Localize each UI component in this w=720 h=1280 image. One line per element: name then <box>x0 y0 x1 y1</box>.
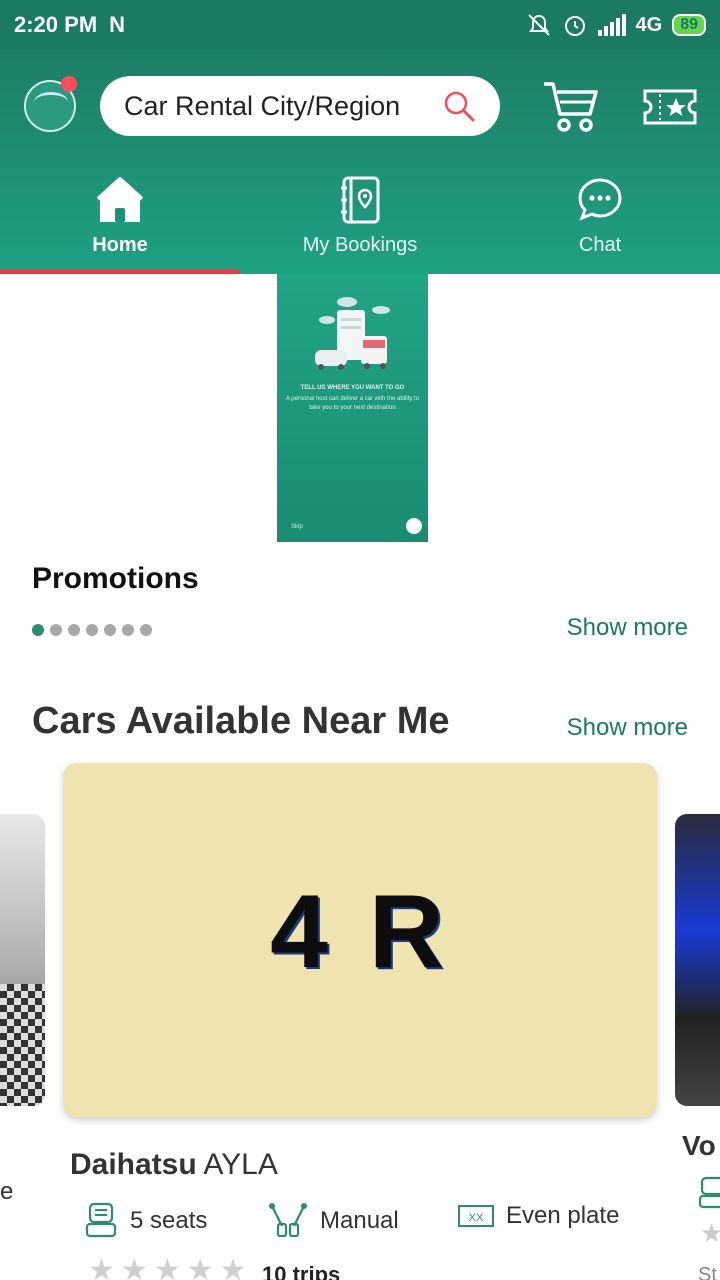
promotions-title: Promotions <box>32 562 199 595</box>
pager-dot[interactable] <box>68 624 80 636</box>
next-car-subtitle: St <box>698 1264 717 1280</box>
gear-shift-icon <box>269 1203 307 1238</box>
car-seats: 5 seats <box>84 1202 207 1240</box>
home-icon <box>96 177 144 222</box>
pager-dot[interactable] <box>140 624 152 636</box>
ticket-icon[interactable] <box>642 88 698 126</box>
previous-car-card[interactable] <box>0 814 45 1106</box>
alarm-icon <box>564 16 585 36</box>
car-image-card[interactable]: 4 R <box>63 763 657 1117</box>
pager-dot[interactable] <box>122 624 134 636</box>
tab-chat[interactable]: Chat <box>480 172 720 274</box>
tab-home[interactable]: Home <box>0 172 240 274</box>
car-plate-label: Even plate <box>506 1202 620 1229</box>
signal-icon <box>597 14 626 36</box>
star-icon: ★ <box>88 1254 115 1280</box>
banner-illustration <box>315 297 390 370</box>
car-seats-label: 5 seats <box>130 1207 208 1234</box>
promotions-pager <box>32 624 152 636</box>
notification-icon: N <box>109 12 126 37</box>
star-icon: ★ <box>700 1218 720 1248</box>
promo-banner[interactable]: TELL US WHERE YOU WANT TO GO A personal … <box>277 274 428 542</box>
promotions-show-more-link[interactable]: Show more <box>567 614 688 642</box>
car-transmission-label: Manual <box>320 1207 399 1234</box>
banner-text: TELL US WHERE YOU WANT TO GO A personal … <box>277 384 428 413</box>
pager-dot[interactable] <box>86 624 98 636</box>
notification-badge <box>61 76 77 92</box>
pager-dot[interactable] <box>32 624 44 636</box>
star-icon: ★ <box>219 1254 247 1280</box>
pager-dot[interactable] <box>104 624 116 636</box>
status-bar: 2:20 PM N 4G 89 <box>0 0 720 50</box>
license-plate-icon: XX <box>458 1205 494 1227</box>
seat-icon <box>85 1202 117 1238</box>
pager-dot[interactable] <box>50 624 62 636</box>
car-plate: XX Even plate <box>458 1202 619 1230</box>
banner-body: A personal host can deliver a car with t… <box>285 396 420 411</box>
cars-section-title: Cars Available Near Me <box>32 700 450 742</box>
star-icon: ★ <box>120 1254 148 1280</box>
star-icon: ★ <box>186 1254 214 1280</box>
tab-home-label: Home <box>92 234 148 256</box>
car-trips: 10 trips <box>262 1262 341 1280</box>
mute-icon <box>527 14 550 36</box>
star-icon: ★ <box>153 1254 181 1280</box>
tab-bar: Home My Bookings Chat <box>0 172 720 274</box>
car-rating: ★ ★ ★ ★ ★ <box>88 1256 247 1280</box>
search-input[interactable]: Car Rental City/Region <box>100 76 500 136</box>
search-placeholder: Car Rental City/Region <box>124 90 401 121</box>
next-car-card[interactable] <box>675 814 720 1106</box>
tab-my-bookings[interactable]: My Bookings <box>240 172 480 274</box>
cars-show-more-link[interactable]: Show more <box>567 714 688 742</box>
banner-headline: TELL US WHERE YOU WANT TO GO <box>300 385 405 391</box>
next-car-title[interactable]: Vo <box>682 1130 716 1162</box>
bookings-icon <box>341 176 380 224</box>
seat-icon <box>698 1176 720 1209</box>
banner-next-button[interactable] <box>406 518 422 534</box>
previous-car-fragment: e <box>0 1178 14 1205</box>
battery-icon: 89 <box>672 14 706 36</box>
car-image-text: 4 R <box>270 874 450 990</box>
tab-my-bookings-label: My Bookings <box>302 234 418 256</box>
network-type: 4G <box>635 13 663 36</box>
car-title[interactable]: Daihatsu AYLA <box>70 1148 278 1182</box>
cart-icon[interactable] <box>542 78 600 134</box>
car-brand: Daihatsu <box>70 1148 197 1181</box>
chat-icon <box>578 178 622 221</box>
status-icons: 4G 89 <box>526 12 706 38</box>
search-icon[interactable] <box>442 89 476 123</box>
car-model: AYLA <box>203 1148 278 1181</box>
tab-chat-label: Chat <box>578 234 622 256</box>
app-header: Car Rental City/Region Home My Bookings … <box>0 50 720 274</box>
car-transmission: Manual <box>268 1202 399 1240</box>
banner-skip[interactable]: Skip <box>291 524 303 530</box>
svg-text:XX: XX <box>469 1212 484 1224</box>
status-time: 2:20 PM <box>14 12 98 37</box>
